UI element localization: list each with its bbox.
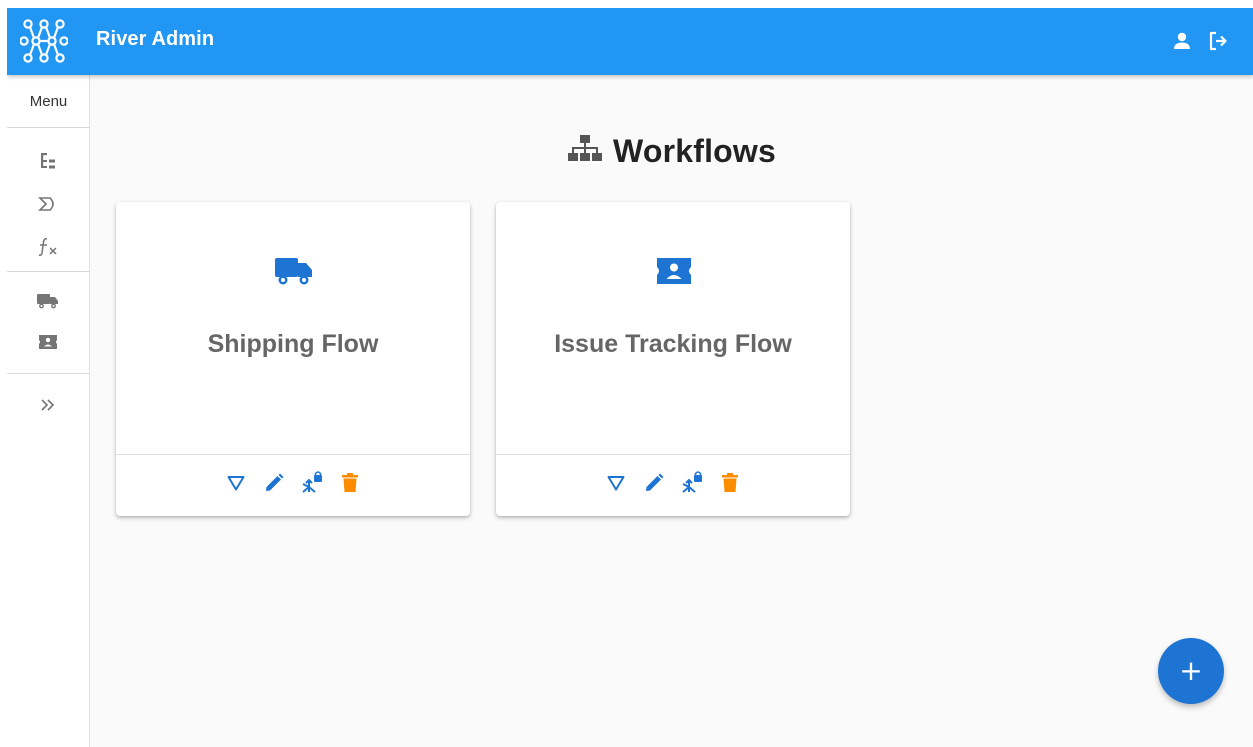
workflow-name: Shipping Flow: [207, 330, 379, 358]
sitemap-icon: [567, 133, 603, 170]
expand-chevrons-icon[interactable]: [36, 393, 60, 417]
card-actions: [496, 469, 850, 497]
app-window: River Admin Menu Workflows Shipping Flow…: [7, 8, 1253, 747]
function-icon[interactable]: [36, 235, 60, 259]
card-divider: [496, 454, 850, 455]
permissions-icon[interactable]: [300, 471, 324, 495]
truck-icon: [275, 255, 313, 287]
top-app-bar: River Admin: [7, 8, 1253, 75]
delete-icon[interactable]: [718, 471, 742, 495]
plus-icon: +: [1179, 654, 1203, 687]
sigma-icon[interactable]: [36, 192, 60, 216]
user-icon[interactable]: [1170, 29, 1194, 53]
filter-icon[interactable]: [604, 471, 628, 495]
menu-label: Menu: [29, 93, 68, 110]
page-heading: Workflows: [567, 133, 776, 170]
card-actions: [116, 469, 470, 497]
sidebar-divider: [7, 271, 90, 272]
workflow-name: Issue Tracking Flow: [554, 330, 792, 358]
tree-list-icon[interactable]: [36, 149, 60, 173]
sidebar-divider: [7, 373, 90, 374]
edit-icon[interactable]: [642, 471, 666, 495]
truck-icon[interactable]: [36, 289, 60, 313]
river-logo-icon[interactable]: [19, 18, 69, 64]
ticket-icon[interactable]: [36, 330, 60, 354]
sidebar: Menu: [7, 75, 90, 747]
sidebar-divider: [7, 127, 90, 128]
add-workflow-button[interactable]: +: [1158, 638, 1224, 704]
delete-icon[interactable]: [338, 471, 362, 495]
ticket-icon: [655, 255, 693, 287]
card-divider: [116, 454, 470, 455]
workflow-card-shipping-flow[interactable]: Shipping Flow: [116, 202, 470, 516]
workflow-card-issue-tracking-flow[interactable]: Issue Tracking Flow: [496, 202, 850, 516]
app-title: River Admin: [96, 28, 215, 50]
logout-icon[interactable]: [1206, 29, 1230, 53]
page-title: Workflows: [613, 133, 777, 169]
permissions-icon[interactable]: [680, 471, 704, 495]
filter-icon[interactable]: [224, 471, 248, 495]
edit-icon[interactable]: [262, 471, 286, 495]
